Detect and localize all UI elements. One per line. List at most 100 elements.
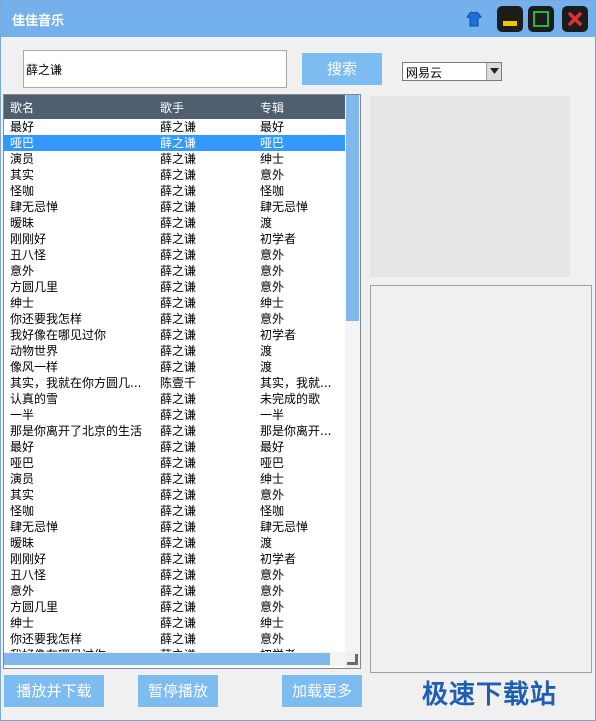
horizontal-scrollbar[interactable] xyxy=(4,652,345,666)
table-row[interactable]: 肆无忌惮 薛之谦 肆无忌惮 xyxy=(4,519,345,535)
song-title-cell: 暧昧 xyxy=(10,216,35,230)
song-artist-cell: 薛之谦 xyxy=(160,552,197,566)
song-list[interactable]: 歌名 歌手 专辑 最好 薛之谦 最好 哑巴 薛之谦 哑巴 演员 薛之谦 绅士 其实 薛之谦 意外 怪咖薛… xyxy=(3,94,361,669)
column-header-album[interactable]: 专辑 xyxy=(260,99,284,116)
song-artist-cell: 薛之谦 xyxy=(160,408,197,422)
app-title: 佳佳音乐 xyxy=(12,14,65,29)
song-album-cell: 未完成的歌 xyxy=(260,392,321,406)
table-row[interactable]: 其实，我就在你方圆几... 陈壹千 其实，我就... xyxy=(4,375,345,391)
table-row[interactable]: 那是你离开了北京的生活 薛之谦 那是你离开... xyxy=(4,423,345,439)
play-download-button[interactable]: 播放并下载 xyxy=(4,675,104,707)
table-row[interactable]: 最好 薛之谦 最好 xyxy=(4,119,345,135)
table-row[interactable]: 意外 薛之谦 意外 xyxy=(4,263,345,279)
table-row[interactable]: 意外 薛之谦 意外 xyxy=(4,583,345,599)
song-artist-cell: 薛之谦 xyxy=(160,120,197,134)
search-input[interactable] xyxy=(23,50,287,88)
table-row[interactable]: 一半 薛之谦 一半 xyxy=(4,407,345,423)
song-album-cell: 意外 xyxy=(260,248,285,262)
table-row[interactable]: 最好 薛之谦 最好 xyxy=(4,439,345,455)
song-album-cell: 意外 xyxy=(260,264,285,278)
table-row[interactable]: 哑巴 薛之谦 哑巴 xyxy=(4,455,345,471)
song-artist-cell: 薛之谦 xyxy=(160,136,197,150)
load-more-button[interactable]: 加载更多 xyxy=(282,675,362,707)
song-title-cell: 刚刚好 xyxy=(10,552,47,566)
table-row[interactable]: 方圆几里 薛之谦 意外 xyxy=(4,279,345,295)
song-artist-cell: 薛之谦 xyxy=(160,632,197,646)
close-button[interactable] xyxy=(562,6,588,32)
minimize-icon xyxy=(503,21,517,26)
song-artist-cell: 薛之谦 xyxy=(160,392,197,406)
song-artist-cell: 薛之谦 xyxy=(160,440,197,454)
table-row[interactable]: 其实 薛之谦 意外 xyxy=(4,487,345,503)
skin-icon[interactable] xyxy=(465,10,483,28)
resize-grip-icon[interactable] xyxy=(347,654,358,665)
table-row[interactable]: 哑巴 薛之谦 哑巴 xyxy=(4,135,345,151)
song-artist-cell: 薛之谦 xyxy=(160,424,197,438)
song-title-cell: 绅士 xyxy=(10,296,35,310)
song-title-cell: 怪咖 xyxy=(10,504,35,518)
table-row[interactable]: 刚刚好 薛之谦 初学者 xyxy=(4,551,345,567)
song-album-cell: 最好 xyxy=(260,120,285,134)
song-artist-cell: 薛之谦 xyxy=(160,616,197,630)
song-artist-cell: 薛之谦 xyxy=(160,152,197,166)
song-artist-cell: 薛之谦 xyxy=(160,248,197,262)
cover-panel xyxy=(370,96,570,277)
song-title-cell: 肆无忌惮 xyxy=(10,200,59,214)
song-title-cell: 认真的雪 xyxy=(10,392,59,406)
table-row[interactable]: 怪咖 薛之谦 怪咖 xyxy=(4,503,345,519)
table-row[interactable]: 像风一样 薛之谦 渡 xyxy=(4,359,345,375)
chevron-down-icon xyxy=(490,68,499,74)
column-header-title[interactable]: 歌名 xyxy=(10,99,34,116)
table-row[interactable]: 肆无忌惮 薛之谦 肆无忌惮 xyxy=(4,199,345,215)
table-row[interactable]: 动物世界 薛之谦 渡 xyxy=(4,343,345,359)
song-artist-cell: 薛之谦 xyxy=(160,584,197,598)
song-title-cell: 其实，我就在你方圆几... xyxy=(10,376,142,390)
song-title-cell: 暧昧 xyxy=(10,536,35,550)
vertical-scroll-thumb[interactable] xyxy=(346,95,359,321)
song-artist-cell: 薛之谦 xyxy=(160,536,197,550)
source-selected-value: 网易云 xyxy=(406,66,443,80)
song-artist-cell: 薛之谦 xyxy=(160,472,197,486)
song-title-cell: 最好 xyxy=(10,440,35,454)
song-album-cell: 最好 xyxy=(260,440,285,454)
table-row[interactable]: 暧昧 薛之谦 渡 xyxy=(4,535,345,551)
song-album-cell: 绅士 xyxy=(260,472,285,486)
table-row[interactable]: 你还要我怎样 薛之谦 意外 xyxy=(4,311,345,327)
table-row[interactable]: 刚刚好 薛之谦 初学者 xyxy=(4,231,345,247)
table-row[interactable]: 绅士 薛之谦 绅士 xyxy=(4,615,345,631)
table-row[interactable]: 绅士 薛之谦 绅士 xyxy=(4,295,345,311)
song-artist-cell: 薛之谦 xyxy=(160,328,197,342)
song-title-cell: 绅士 xyxy=(10,616,35,630)
song-artist-cell: 薛之谦 xyxy=(160,360,197,374)
table-row[interactable]: 暧昧 薛之谦 渡 xyxy=(4,215,345,231)
song-album-cell: 绅士 xyxy=(260,152,285,166)
song-title-cell: 那是你离开了北京的生活 xyxy=(10,424,143,438)
song-artist-cell: 薛之谦 xyxy=(160,296,197,310)
minimize-button[interactable] xyxy=(497,6,523,32)
title-bar[interactable]: 佳佳音乐 xyxy=(1,1,596,37)
table-row[interactable]: 丑八怪 薛之谦 意外 xyxy=(4,247,345,263)
song-title-cell: 我好像在哪见过你 xyxy=(10,328,107,342)
horizontal-scroll-thumb[interactable] xyxy=(4,653,330,665)
column-header-artist[interactable]: 歌手 xyxy=(160,99,184,116)
vertical-scrollbar[interactable] xyxy=(345,95,360,652)
table-row[interactable]: 演员 薛之谦 绅士 xyxy=(4,151,345,167)
song-artist-cell: 薛之谦 xyxy=(160,232,197,246)
table-row[interactable]: 怪咖 薛之谦 怪咖 xyxy=(4,183,345,199)
source-select[interactable]: 网易云 xyxy=(402,62,502,81)
song-title-cell: 丑八怪 xyxy=(10,248,47,262)
table-row[interactable]: 演员 薛之谦 绅士 xyxy=(4,471,345,487)
table-row[interactable]: 其实 薛之谦 意外 xyxy=(4,167,345,183)
song-artist-cell: 薛之谦 xyxy=(160,504,197,518)
pause-button[interactable]: 暂停播放 xyxy=(138,675,218,707)
table-row[interactable]: 你还要我怎样 薛之谦 意外 xyxy=(4,631,345,647)
table-row[interactable]: 方圆几里 薛之谦 意外 xyxy=(4,599,345,615)
table-row[interactable]: 我好像在哪见过你 薛之谦 初学者 xyxy=(4,327,345,343)
maximize-button[interactable] xyxy=(528,6,554,32)
search-button[interactable]: 搜索 xyxy=(302,53,382,85)
table-row[interactable]: 丑八怪 薛之谦 意外 xyxy=(4,567,345,583)
table-row[interactable]: 认真的雪 薛之谦 未完成的歌 xyxy=(4,391,345,407)
source-dropdown-button[interactable] xyxy=(486,63,501,80)
song-title-cell: 哑巴 xyxy=(10,456,35,470)
song-artist-cell: 薛之谦 xyxy=(160,280,197,294)
